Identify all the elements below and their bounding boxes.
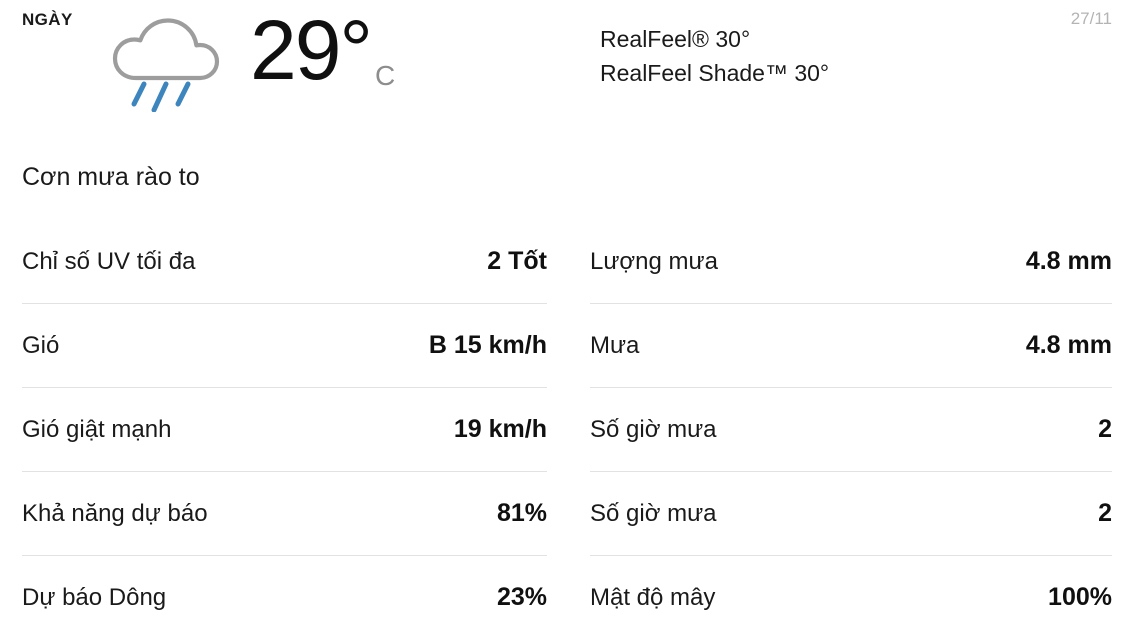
row-value: 2 [1098, 499, 1112, 527]
row-label: Mưa [590, 331, 640, 359]
row-value: 19 km/h [453, 415, 547, 443]
row-value: 2 Tốt [487, 247, 547, 275]
table-row: Lượng mưa 4.8 mm [590, 220, 1112, 303]
row-value: 100% [1048, 583, 1112, 611]
row-value: B 15 km/h [428, 331, 547, 359]
row-value: 81% [496, 499, 547, 527]
forecast-header: NGÀY 29° C RealFeel® 30° RealFeel Shade™… [0, 0, 1126, 120]
realfeel-block: RealFeel® 30° RealFeel Shade™ 30° [600, 22, 829, 90]
table-row: Khả năng dự báo 81% [22, 471, 547, 555]
temperature-display: 29° C [250, 6, 395, 94]
row-value: 4.8 mm [1025, 331, 1112, 359]
realfeel-shade-value: RealFeel Shade™ 30° [600, 60, 830, 86]
condition-summary: Cơn mưa rào to [22, 163, 200, 191]
day-label: NGÀY [22, 10, 73, 29]
row-label: Lượng mưa [590, 247, 718, 275]
row-value: 23% [496, 583, 547, 611]
row-label: Chỉ số UV tối đa [22, 247, 196, 275]
row-label: Khả năng dự báo [22, 499, 208, 527]
detail-grid: Chỉ số UV tối đa 2 Tốt Gió B 15 km/h Gió… [0, 220, 1126, 639]
table-row: Số giờ mưa 2 [590, 471, 1112, 555]
temperature-value: 29° [250, 3, 373, 97]
detail-column-right: Lượng mưa 4.8 mm Mưa 4.8 mm Số giờ mưa 2… [563, 220, 1126, 639]
table-row: Mưa 4.8 mm [590, 303, 1112, 387]
row-value: 4.8 mm [1025, 247, 1112, 275]
date-label: 27/11 [1070, 9, 1112, 28]
rain-cloud-icon [106, 12, 224, 113]
table-row: Số giờ mưa 2 [590, 387, 1112, 471]
row-label: Số giờ mưa [590, 415, 717, 443]
row-label: Dự báo Dông [22, 583, 167, 611]
row-label: Số giờ mưa [590, 499, 717, 527]
row-value: 2 [1098, 415, 1112, 443]
row-label: Mật độ mây [590, 583, 716, 611]
table-row: Mật độ mây 100% [590, 555, 1112, 639]
table-row: Chỉ số UV tối đa 2 Tốt [22, 220, 547, 303]
table-row: Dự báo Dông 23% [22, 555, 547, 639]
realfeel-value: RealFeel® 30° [600, 26, 751, 52]
table-row: Gió B 15 km/h [22, 303, 547, 387]
row-label: Gió giật mạnh [22, 415, 172, 443]
row-label: Gió [22, 331, 60, 359]
detail-column-left: Chỉ số UV tối đa 2 Tốt Gió B 15 km/h Gió… [0, 220, 563, 639]
table-row: Gió giật mạnh 19 km/h [22, 387, 547, 471]
temperature-unit: C [375, 60, 396, 91]
